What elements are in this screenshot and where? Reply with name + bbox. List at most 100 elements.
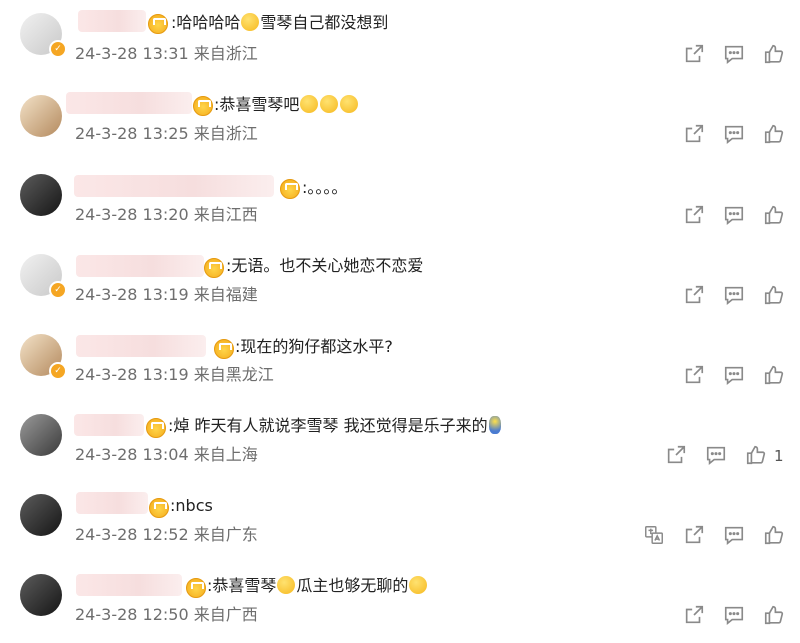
like-icon[interactable] xyxy=(763,123,785,145)
comment-text: :恭喜雪琴吧 xyxy=(214,95,359,115)
comment-text-part: :。。。。 xyxy=(302,178,348,197)
avatar[interactable] xyxy=(20,174,62,216)
blush-emoji-icon xyxy=(340,95,359,113)
comment-icon[interactable] xyxy=(723,524,745,546)
comment-meta: 24-3-28 13:25 来自浙江 xyxy=(75,124,258,144)
like-icon[interactable] xyxy=(763,284,785,306)
comment-text: :现在的狗仔都这水平? xyxy=(235,337,393,357)
timestamp: 24-3-28 13:31 xyxy=(75,44,189,63)
like-icon[interactable] xyxy=(763,524,785,546)
like-icon[interactable] xyxy=(763,604,785,626)
location: 来自江西 xyxy=(193,205,258,224)
comment-meta: 24-3-28 13:04 来自上海 xyxy=(75,445,258,465)
verified-badge-icon: ✓ xyxy=(49,40,67,58)
comment-text-part: 雪琴自己都没想到 xyxy=(260,13,389,32)
like-count: 1 xyxy=(774,447,784,465)
comment-icon[interactable] xyxy=(705,444,727,466)
location: 来自上海 xyxy=(193,445,258,464)
comment-meta: 24-3-28 13:20 来自江西 xyxy=(75,205,258,225)
comment-text-part: :恭喜雪琴吧 xyxy=(214,95,300,114)
like-icon[interactable] xyxy=(763,204,785,226)
crown-icon xyxy=(214,339,234,359)
username-blurred[interactable] xyxy=(78,10,146,32)
smile-emoji-icon xyxy=(409,576,428,594)
share-icon[interactable] xyxy=(683,524,705,546)
comment-text: :焯 昨天有人就说李雪琴 我还觉得是乐子来的 xyxy=(168,416,502,436)
timestamp: 24-3-28 12:50 xyxy=(75,605,189,624)
avatar[interactable] xyxy=(20,574,62,616)
comment-meta: 24-3-28 12:52 来自广东 xyxy=(75,525,258,545)
kiss-emoji-icon xyxy=(277,576,296,594)
location: 来自广东 xyxy=(193,525,258,544)
share-icon[interactable] xyxy=(683,364,705,386)
timestamp: 24-3-28 12:52 xyxy=(75,525,189,544)
share-icon[interactable] xyxy=(683,43,705,65)
comment-text-part: :现在的狗仔都这水平? xyxy=(235,337,393,356)
username-blurred[interactable] xyxy=(74,414,144,436)
location: 来自浙江 xyxy=(193,124,258,143)
comment-item: :恭喜雪琴 瓜主也够无聊的 24-3-28 12:50 来自广西 xyxy=(0,563,800,643)
comment-icon[interactable] xyxy=(723,43,745,65)
like-icon[interactable] xyxy=(763,364,785,386)
crown-icon xyxy=(193,96,213,116)
comment-meta: 24-3-28 13:31 来自浙江 xyxy=(75,44,258,64)
crown-icon xyxy=(148,14,168,34)
comment-icon[interactable] xyxy=(723,604,745,626)
comment-icon[interactable] xyxy=(723,123,745,145)
comment-text-part: :无语。也不关心她恋不恋爱 xyxy=(226,256,424,275)
blush-emoji-icon xyxy=(300,95,319,113)
comment-item: ✓ :现在的狗仔都这水平? 24-3-28 13:19 来自黑龙江 xyxy=(0,322,800,402)
comment-text-part: :哈哈哈哈 xyxy=(171,13,241,32)
crown-icon xyxy=(146,418,166,438)
comment-icon[interactable] xyxy=(723,204,745,226)
username-blurred[interactable] xyxy=(66,92,192,114)
verified-badge-icon: ✓ xyxy=(49,362,67,380)
comment-text: :恭喜雪琴 瓜主也够无聊的 xyxy=(207,576,428,596)
comment-text: :。。。。 xyxy=(302,178,347,198)
like-icon[interactable] xyxy=(763,43,785,65)
minion-emoji-icon xyxy=(488,416,501,434)
timestamp: 24-3-28 13:19 xyxy=(75,365,189,384)
share-icon[interactable] xyxy=(683,204,705,226)
comment-text: :nbcs xyxy=(170,496,213,516)
share-icon[interactable] xyxy=(683,123,705,145)
crown-icon xyxy=(280,179,300,199)
blush-emoji-icon xyxy=(320,95,339,113)
username-blurred[interactable] xyxy=(76,574,182,596)
crown-icon xyxy=(204,258,224,278)
avatar[interactable] xyxy=(20,95,62,137)
location: 来自福建 xyxy=(193,285,258,304)
share-icon[interactable] xyxy=(683,604,705,626)
username-blurred[interactable] xyxy=(76,492,148,514)
crown-icon xyxy=(149,498,169,518)
laughing-tears-emoji-icon xyxy=(241,13,260,31)
comment-item: :。。。。 24-3-28 13:20 来自江西 xyxy=(0,161,800,241)
share-icon[interactable] xyxy=(665,444,687,466)
comment-text: :无语。也不关心她恋不恋爱 xyxy=(226,256,423,276)
comment-item: :恭喜雪琴吧 24-3-28 13:25 来自浙江 xyxy=(0,80,800,160)
comment-text-part: 瓜主也够无聊的 xyxy=(296,576,409,595)
comment-icon[interactable] xyxy=(723,364,745,386)
timestamp: 24-3-28 13:19 xyxy=(75,285,189,304)
comment-text-part: :nbcs xyxy=(170,496,213,515)
username-blurred[interactable] xyxy=(74,175,274,197)
timestamp: 24-3-28 13:25 xyxy=(75,124,189,143)
comment-text-part: :恭喜雪琴 xyxy=(207,576,277,595)
username-blurred[interactable] xyxy=(76,335,206,357)
like-icon[interactable] xyxy=(745,444,767,466)
avatar[interactable] xyxy=(20,414,62,456)
comment-meta: 24-3-28 13:19 来自黑龙江 xyxy=(75,365,274,385)
username-blurred[interactable] xyxy=(76,255,204,277)
translate-icon[interactable] xyxy=(643,524,665,546)
comment-item: ✓ :哈哈哈哈 雪琴自己都没想到 24-3-28 13:31 来自浙江 xyxy=(0,0,800,80)
comment-item: :焯 昨天有人就说李雪琴 我还觉得是乐子来的 24-3-28 13:04 来自上… xyxy=(0,402,800,482)
comment-meta: 24-3-28 12:50 来自广西 xyxy=(75,605,258,625)
comment-text: :哈哈哈哈 雪琴自己都没想到 xyxy=(171,13,388,33)
verified-badge-icon: ✓ xyxy=(49,281,67,299)
comment-icon[interactable] xyxy=(723,284,745,306)
avatar[interactable] xyxy=(20,494,62,536)
timestamp: 24-3-28 13:04 xyxy=(75,445,189,464)
timestamp: 24-3-28 13:20 xyxy=(75,205,189,224)
location: 来自黑龙江 xyxy=(193,365,274,384)
share-icon[interactable] xyxy=(683,284,705,306)
